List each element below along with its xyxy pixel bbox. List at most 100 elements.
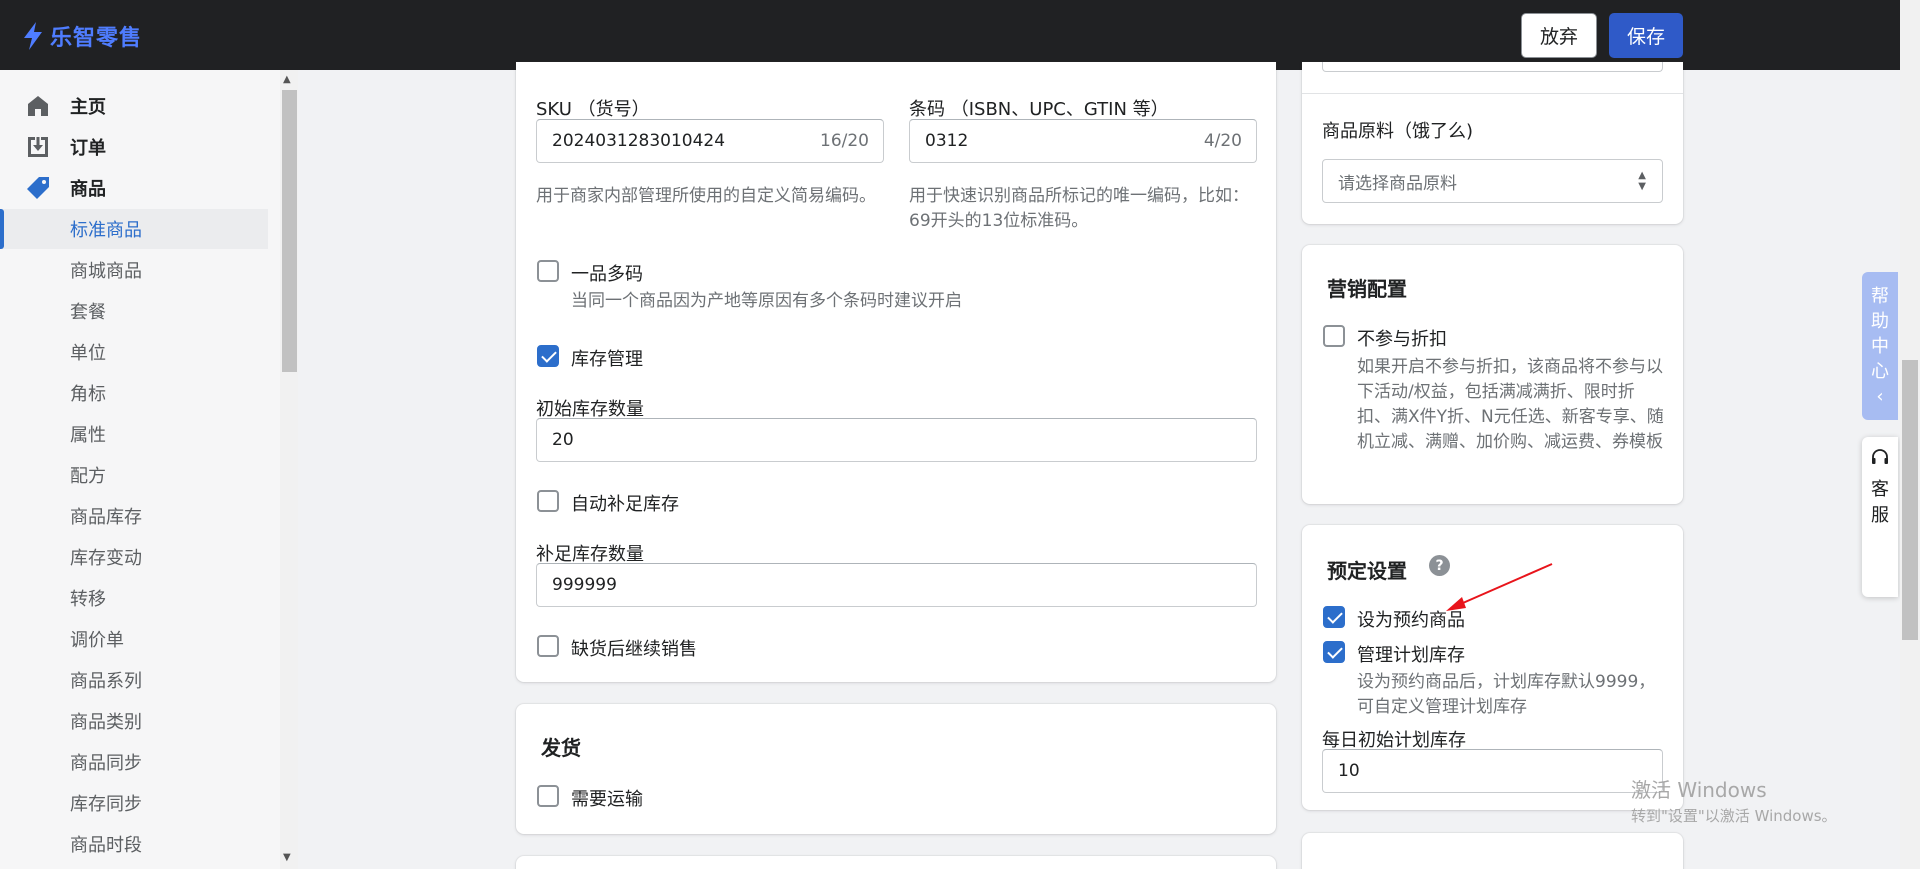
sidebar-scrollbar-thumb[interactable] — [282, 90, 297, 372]
app-logo[interactable]: 乐智零售 — [22, 20, 142, 52]
oversell-label: 缺货后继续销售 — [571, 639, 697, 660]
sidebar-subitem-category[interactable]: 商品类别 — [0, 701, 268, 741]
sidebar-subitem-badge[interactable]: 角标 — [0, 373, 268, 413]
sidebar-subitem-combo[interactable]: 套餐 — [0, 291, 268, 331]
sidebar-subitem-unit[interactable]: 单位 — [0, 332, 268, 372]
watermark-line1: 激活 Windows — [1631, 778, 1767, 802]
multi-code-checkbox[interactable] — [537, 260, 559, 282]
replenish-qty-input[interactable]: 999999 — [536, 563, 1257, 607]
barcode-input-value: 0312 — [925, 131, 969, 151]
lightning-logo-icon — [24, 22, 42, 50]
app-logo-text: 乐智零售 — [50, 26, 143, 51]
no-discount-checkbox[interactable] — [1323, 325, 1345, 347]
sku-input[interactable]: 2024031283010424 16/20 — [536, 119, 884, 163]
multi-code-label: 一品多码 — [571, 264, 643, 285]
watermark-line2: 转到"设置"以激活 Windows。 — [1631, 807, 1837, 825]
red-annotation-arrow-icon — [1446, 563, 1553, 611]
next-card — [516, 856, 1276, 869]
initial-stock-value: 20 — [552, 430, 574, 450]
shipping-card — [516, 704, 1276, 834]
shipping-title: 发货 — [541, 736, 581, 760]
sidebar-item-label: 主页 — [70, 97, 106, 118]
discard-button[interactable]: 放弃 — [1521, 13, 1597, 58]
initial-stock-input[interactable]: 20 — [536, 418, 1257, 462]
replenish-qty-value: 999999 — [552, 575, 617, 595]
chevron-left-icon: ‹ — [1876, 386, 1884, 407]
no-discount-help-text: 如果开启不参与折扣，该商品将不参与以下活动/权益，包括满减满折、限时折扣、满X件… — [1357, 357, 1664, 452]
sidebar-item-home[interactable]: 主页 — [0, 86, 268, 126]
sidebar-item-label: 商品 — [70, 179, 106, 200]
select-arrows-icon: ▲ ▼ — [1638, 170, 1646, 192]
sidebar-subitem-product-stock[interactable]: 商品库存 — [0, 496, 268, 536]
sidebar-subitem-transfer[interactable]: 转移 — [0, 578, 268, 618]
scroll-up-arrow-icon[interactable]: ▲ — [283, 74, 291, 85]
save-button[interactable]: 保存 — [1609, 13, 1683, 58]
auto-replenish-label: 自动补足库存 — [571, 494, 679, 515]
sidebar-subitem-label: 调价单 — [70, 630, 124, 651]
sidebar-subitem-series[interactable]: 商品系列 — [0, 660, 268, 700]
sidebar-subitem-label: 商品类别 — [70, 712, 142, 733]
sidebar-subitem-label: 单位 — [70, 343, 106, 364]
sidebar-subitem-stock-change[interactable]: 库存变动 — [0, 537, 268, 577]
sidebar-subitem-time-slot[interactable]: 商品时段 — [0, 824, 268, 864]
sidebar-subitem-label: 库存变动 — [70, 548, 142, 569]
page-scrollbar-thumb[interactable] — [1902, 360, 1918, 640]
sidebar: 主页 订单 商品 标准商品 商城商品 套餐 单位 角标 属性 配方 商品库存 库… — [0, 70, 280, 869]
sku-label: SKU （货号） — [536, 99, 650, 120]
next-right-card — [1302, 833, 1683, 869]
home-icon — [28, 96, 48, 116]
previous-select-edge — [1322, 62, 1663, 72]
help-center-char: 助 — [1871, 311, 1889, 332]
sku-help-text: 用于商家内部管理所使用的自定义简易编码。 — [536, 186, 876, 206]
sidebar-subitem-label: 商城商品 — [70, 261, 142, 282]
needs-shipping-checkbox[interactable] — [537, 785, 559, 807]
sku-input-value: 2024031283010424 — [552, 131, 726, 151]
sidebar-subitem-standard-products[interactable]: 标准商品 — [0, 209, 268, 249]
customer-service-char: 服 — [1871, 505, 1889, 526]
preorder-title: 预定设置 — [1327, 559, 1407, 583]
sidebar-subitem-attribute[interactable]: 属性 — [0, 414, 268, 454]
ingredient-select-placeholder: 请选择商品原料 — [1338, 173, 1457, 194]
plan-stock-help-text: 设为预约商品后，计划库存默认9999，可自定义管理计划库存 — [1357, 672, 1656, 717]
divider — [1302, 93, 1683, 94]
sidebar-subitem-recipe[interactable]: 配方 — [0, 455, 268, 495]
oversell-checkbox[interactable] — [537, 635, 559, 657]
stock-management-checkbox[interactable] — [537, 345, 559, 367]
scroll-down-arrow-icon[interactable]: ▼ — [283, 852, 291, 863]
tag-icon — [27, 177, 49, 199]
ingredient-select[interactable]: 请选择商品原料 ▲ ▼ — [1322, 159, 1663, 203]
plan-stock-checkbox[interactable] — [1323, 641, 1345, 663]
sku-char-count: 16/20 — [820, 131, 869, 151]
headset-icon — [1872, 449, 1888, 464]
windows-activation-watermark: 激活 Windows 转到"设置"以激活 Windows。 — [1631, 774, 1837, 826]
sidebar-subitem-mall-products[interactable]: 商城商品 — [0, 250, 268, 290]
daily-stock-input[interactable]: 10 — [1322, 749, 1663, 793]
help-center-tab[interactable]: 帮 助 中 心 ‹ — [1862, 272, 1898, 420]
stock-management-label: 库存管理 — [571, 349, 643, 370]
auto-replenish-checkbox[interactable] — [537, 490, 559, 512]
customer-service-char: 客 — [1871, 479, 1889, 500]
sidebar-subitem-price-adjust[interactable]: 调价单 — [0, 619, 268, 659]
daily-stock-value: 10 — [1338, 761, 1360, 781]
customer-service-tab[interactable]: 客 服 — [1862, 437, 1898, 597]
sidebar-subitem-label: 套餐 — [70, 302, 106, 323]
barcode-label: 条码 （ISBN、UPC、GTIN 等） — [909, 99, 1169, 120]
sidebar-item-orders[interactable]: 订单 — [0, 127, 268, 167]
sidebar-subitem-label: 库存同步 — [70, 794, 142, 815]
sidebar-item-products[interactable]: 商品 — [0, 168, 268, 208]
set-preorder-checkbox[interactable] — [1323, 606, 1345, 628]
needs-shipping-label: 需要运输 — [571, 789, 643, 810]
sidebar-subitem-label: 转移 — [70, 589, 106, 610]
sidebar-subitem-label: 商品系列 — [70, 671, 142, 692]
help-center-char: 中 — [1871, 336, 1889, 357]
no-discount-label: 不参与折扣 — [1357, 329, 1447, 350]
sidebar-subitem-stock-sync[interactable]: 库存同步 — [0, 783, 268, 823]
help-center-char: 帮 — [1871, 286, 1889, 307]
sidebar-subitem-label: 属性 — [70, 425, 106, 446]
multi-code-help-text: 当同一个商品因为产地等原因有多个条码时建议开启 — [571, 291, 962, 311]
top-bar: 乐智零售 放弃 保存 — [0, 0, 1920, 70]
sidebar-subitem-label: 配方 — [70, 466, 106, 487]
barcode-input[interactable]: 0312 4/20 — [909, 119, 1257, 163]
order-download-icon — [28, 137, 48, 157]
sidebar-subitem-product-sync[interactable]: 商品同步 — [0, 742, 268, 782]
